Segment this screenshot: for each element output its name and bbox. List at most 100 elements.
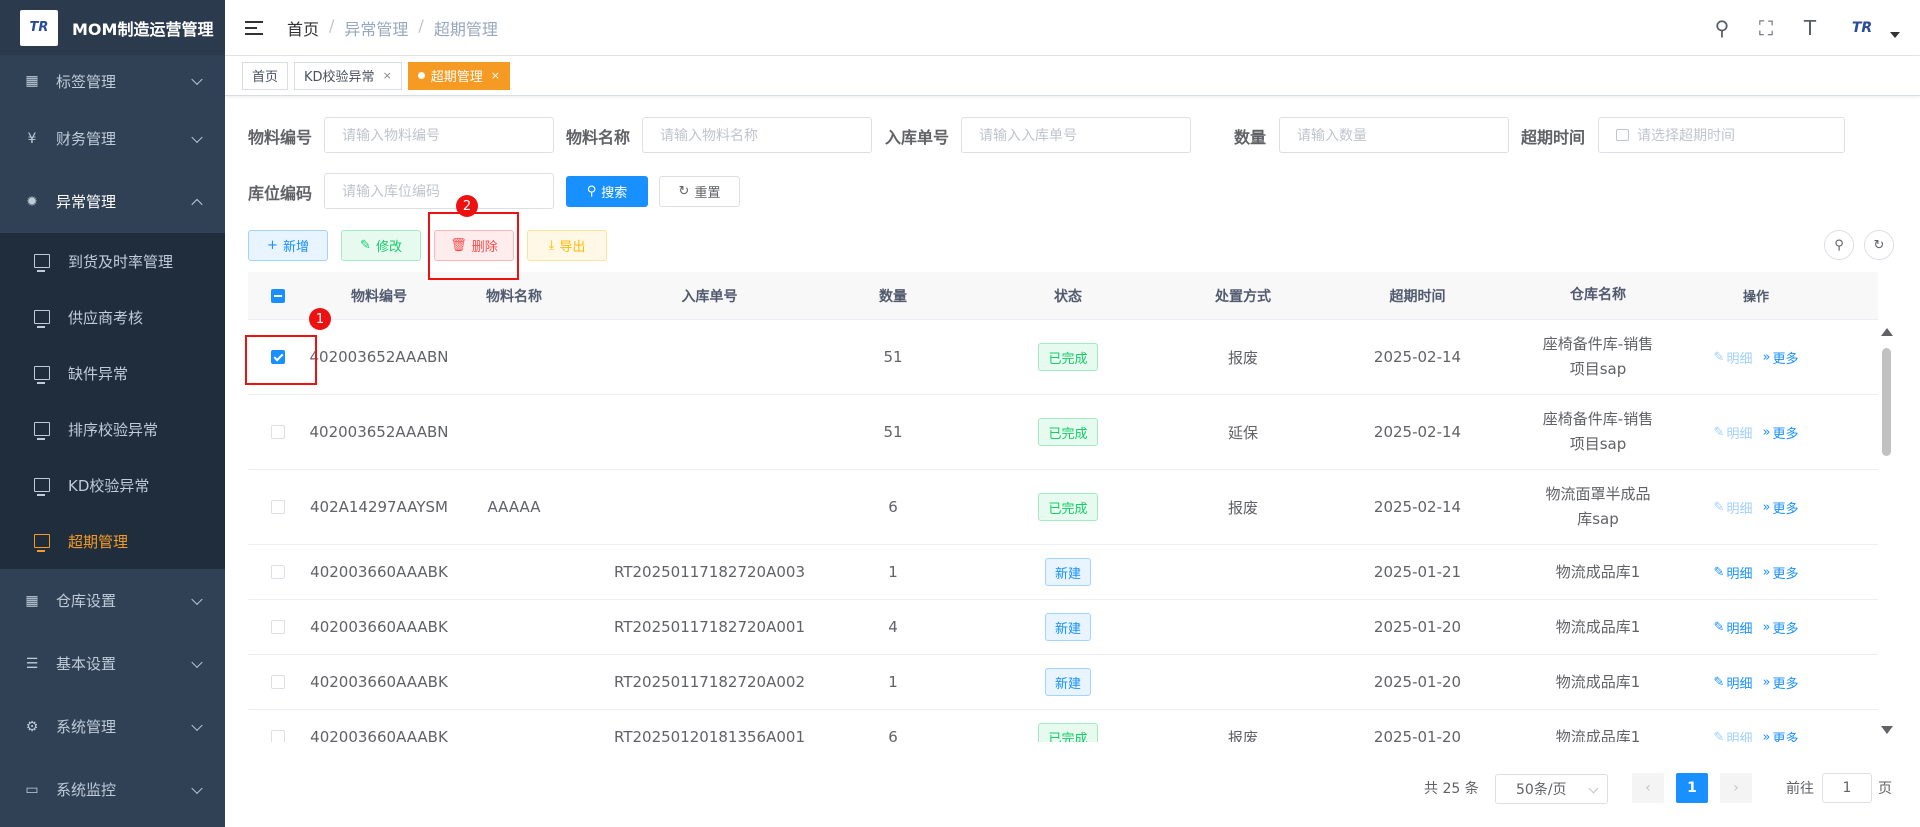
- sidebar-item-kd-check[interactable]: KD校验异常: [0, 457, 225, 513]
- sidebar-item-system[interactable]: ⚙ 系统管理: [0, 695, 225, 758]
- status-badge: 已完成: [1038, 493, 1098, 521]
- location-code-input[interactable]: 请输入库位编码: [324, 173, 554, 209]
- toggle-search-button[interactable]: ⚲: [1824, 230, 1854, 260]
- close-icon[interactable]: ×: [383, 69, 392, 82]
- sidebar-item-overdue[interactable]: 超期管理: [0, 513, 225, 569]
- breadcrumb-exception[interactable]: 异常管理: [344, 16, 408, 40]
- detail-link[interactable]: ✎ 明细: [1714, 348, 1753, 367]
- tag-overdue[interactable]: 超期管理 ×: [407, 61, 511, 90]
- inbound-order-input[interactable]: 请输入入库单号: [961, 117, 1191, 153]
- edit-button[interactable]: ✎ 修改: [341, 230, 421, 261]
- more-link[interactable]: » 更多: [1762, 563, 1798, 582]
- more-link[interactable]: » 更多: [1762, 498, 1798, 517]
- pencil-icon: ✎: [360, 238, 371, 253]
- table-row[interactable]: 402A14297AAYSM AAAAA 6 已完成 报废 2025-02-14 物流面罩半…: [248, 470, 1878, 545]
- table-row[interactable]: 402003652AAABN 51 已完成 延保 2025-02-14 座椅备件库-销售项…: [248, 395, 1878, 470]
- table-row[interactable]: 402003660AAABK RT20250117182720A002 1 新建 202…: [248, 655, 1878, 710]
- refresh-button[interactable]: ↻: [1864, 230, 1894, 260]
- edit-icon: ✎: [1713, 729, 1725, 743]
- sidebar-item-exception[interactable]: ✹ 异常管理: [0, 170, 225, 233]
- monitor-icon: [34, 366, 50, 384]
- caret-down-icon[interactable]: [1890, 32, 1900, 38]
- sidebar-item-arrival-rate[interactable]: 到货及时率管理: [0, 233, 225, 289]
- tag-kd-check[interactable]: KD校验异常 ×: [294, 61, 402, 90]
- detail-link[interactable]: ✎ 明细: [1714, 618, 1753, 637]
- quantity-input[interactable]: 请输入数量: [1279, 117, 1509, 153]
- tag-home[interactable]: 首页: [242, 61, 289, 90]
- close-icon[interactable]: ×: [491, 69, 500, 82]
- scroll-up-icon[interactable]: [1881, 328, 1893, 336]
- material-name-input[interactable]: 请输入物料名称: [642, 117, 872, 153]
- cell-material-code: 402003660AAABK: [310, 673, 448, 691]
- row-checkbox[interactable]: [271, 730, 285, 742]
- cell-disposal: 报废: [1227, 728, 1258, 743]
- cell-material-code: 402003660AAABK: [310, 618, 448, 636]
- more-link[interactable]: » 更多: [1762, 423, 1798, 442]
- prev-page-button[interactable]: ‹: [1632, 773, 1664, 803]
- overdue-time-picker[interactable]: 请选择超期时间: [1598, 117, 1845, 153]
- table-row[interactable]: 402003652AAABN 51 已完成 报废 2025-02-14 座椅备件库-销售项…: [248, 320, 1878, 395]
- detail-link[interactable]: ✎ 明细: [1714, 498, 1753, 517]
- table-row[interactable]: 402003660AAABK RT20250117182720A003 1 新建 202…: [248, 545, 1878, 600]
- grid-icon: ▦: [25, 73, 39, 89]
- row-checkbox[interactable]: [271, 675, 285, 689]
- cell-overdue-time: 2025-01-20: [1373, 618, 1462, 636]
- more-link[interactable]: » 更多: [1762, 348, 1798, 367]
- detail-link[interactable]: ✎ 明细: [1714, 563, 1753, 582]
- more-link[interactable]: » 更多: [1762, 728, 1798, 743]
- column-header: 仓库名称: [1570, 287, 1626, 303]
- download-icon: ⤓: [548, 238, 555, 253]
- detail-link[interactable]: ✎ 明细: [1714, 728, 1753, 743]
- export-button[interactable]: ⤓ 导出: [527, 230, 607, 261]
- cell-quantity: 6: [888, 498, 898, 516]
- monitor-icon: [34, 310, 50, 328]
- field-label-location: 库位编码: [248, 184, 313, 203]
- sidebar-item-shortage[interactable]: 缺件异常: [0, 345, 225, 401]
- table-body: 402003652AAABN 51 已完成 报废 2025-02-14 座椅备件库-销售项…: [248, 320, 1878, 742]
- add-button[interactable]: + 新增: [248, 230, 328, 261]
- annotation-box-1: [245, 335, 317, 385]
- page-size-select[interactable]: 50条/页: [1495, 774, 1608, 804]
- page-number-current[interactable]: 1: [1676, 773, 1708, 803]
- fullscreen-icon[interactable]: ⛶: [1754, 16, 1778, 40]
- row-checkbox[interactable]: [271, 425, 285, 439]
- sidebar-item-labels[interactable]: ▦ 标签管理: [0, 55, 225, 107]
- row-checkbox[interactable]: [271, 500, 285, 514]
- avatar[interactable]: TR: [1842, 14, 1882, 42]
- sidebar-item-sequence-check[interactable]: 排序校验异常: [0, 401, 225, 457]
- scroll-down-icon[interactable]: [1881, 726, 1893, 734]
- cell-disposal: 报废: [1227, 348, 1258, 367]
- scroll-thumb[interactable]: [1882, 348, 1891, 456]
- detail-link[interactable]: ✎ 明细: [1714, 673, 1753, 692]
- sidebar-item-finance[interactable]: ¥ 财务管理: [0, 107, 225, 170]
- refresh-icon: ↻: [678, 184, 690, 199]
- material-code-input[interactable]: 请输入物料编号: [324, 117, 554, 153]
- sidebar-item-supplier-assessment[interactable]: 供应商考核: [0, 289, 225, 345]
- next-page-button[interactable]: ›: [1720, 773, 1752, 803]
- breadcrumb-home[interactable]: 首页: [287, 16, 319, 40]
- sidebar-item-warehouse[interactable]: ▦ 仓库设置: [0, 569, 225, 632]
- select-all-checkbox[interactable]: [271, 288, 285, 303]
- cell-overdue-time: 2025-01-21: [1373, 563, 1462, 581]
- table-scrollbar[interactable]: [1878, 322, 1894, 742]
- refresh-icon: ↻: [1873, 237, 1885, 253]
- sidebar-item-monitor[interactable]: ▭ 系统监控: [0, 758, 225, 821]
- search-button[interactable]: ⚲ 搜索: [566, 176, 648, 207]
- table-row[interactable]: 402003660AAABK RT20250117182720A001 4 新建 202…: [248, 600, 1878, 655]
- sidebar-item-basic[interactable]: ☰ 基本设置: [0, 632, 225, 695]
- row-checkbox[interactable]: [271, 565, 285, 579]
- edit-icon: ✎: [1713, 424, 1725, 440]
- detail-link[interactable]: ✎ 明细: [1714, 423, 1753, 442]
- menu-toggle-icon[interactable]: [245, 20, 263, 35]
- search-icon[interactable]: ⚲: [1710, 16, 1734, 40]
- goto-page-input[interactable]: 1: [1822, 773, 1872, 803]
- cell-quantity: 51: [883, 423, 903, 441]
- table-row[interactable]: 402003660AAABK RT20250120181356A001 6 已完成 报废…: [248, 710, 1878, 742]
- cell-quantity: 4: [888, 618, 898, 636]
- row-checkbox[interactable]: [271, 620, 285, 634]
- reset-button[interactable]: ↻ 重置: [659, 176, 740, 207]
- more-link[interactable]: » 更多: [1762, 673, 1798, 692]
- edit-icon: ✎: [1713, 619, 1725, 635]
- font-size-icon[interactable]: T: [1798, 16, 1822, 40]
- more-link[interactable]: » 更多: [1762, 618, 1798, 637]
